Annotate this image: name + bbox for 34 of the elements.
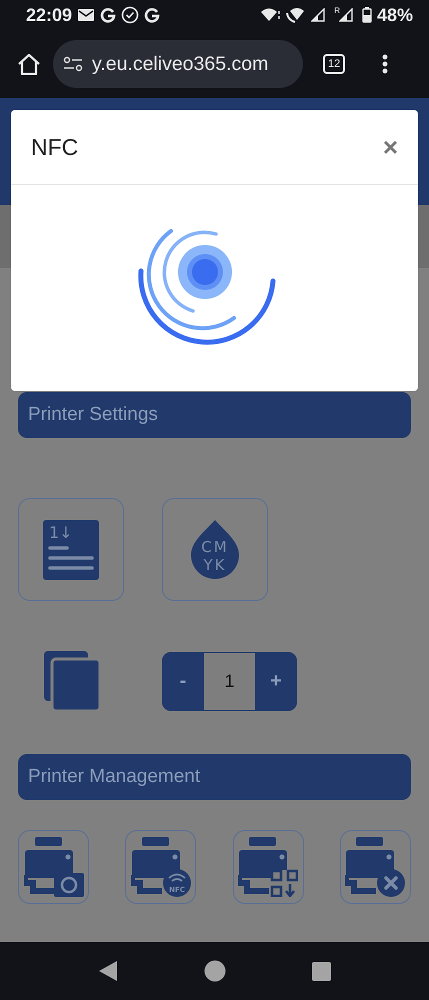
g-logo-icon xyxy=(144,7,160,23)
roaming-indicator: R xyxy=(334,6,340,15)
home-button-icon[interactable] xyxy=(204,960,226,982)
sort-order-button[interactable]: 1↓ xyxy=(18,498,124,601)
sort-document-icon: 1↓ xyxy=(43,520,99,580)
printer-remove-icon xyxy=(345,837,406,897)
battery-percent: 48% xyxy=(376,4,413,26)
g-logo-icon xyxy=(100,7,116,23)
wifi-icon xyxy=(261,8,282,22)
dialog-title: NFC xyxy=(31,134,78,160)
check-circle-icon xyxy=(121,6,140,24)
printer-action-button[interactable] xyxy=(232,830,304,904)
color-mode-button[interactable]: CM YK xyxy=(162,498,268,601)
home-icon[interactable] xyxy=(17,53,41,75)
printer-camera-icon xyxy=(24,837,84,897)
printer-action-button[interactable] xyxy=(18,830,89,904)
status-time: 22:09 xyxy=(26,4,72,26)
tab-count-button[interactable]: 12 xyxy=(323,54,346,74)
ink-drop-icon: CM YK xyxy=(190,520,240,580)
mail-icon xyxy=(77,8,96,22)
printer-qr-icon xyxy=(238,837,298,897)
copies-input[interactable]: 1 xyxy=(204,652,255,710)
battery-icon xyxy=(362,7,372,23)
close-button[interactable]: × xyxy=(382,132,398,162)
section-title: Printer Management xyxy=(18,754,411,800)
menu-icon[interactable] xyxy=(382,54,388,74)
site-settings-icon[interactable] xyxy=(63,56,83,72)
section-title: Printer Settings xyxy=(18,392,411,438)
copies-icon xyxy=(44,651,100,711)
printer-action-button[interactable] xyxy=(340,830,411,904)
wifi-call-icon xyxy=(286,7,306,23)
address-bar[interactable]: y.eu.celiveo365.com xyxy=(53,40,303,88)
recents-icon[interactable] xyxy=(312,962,331,980)
back-icon[interactable] xyxy=(98,960,118,982)
